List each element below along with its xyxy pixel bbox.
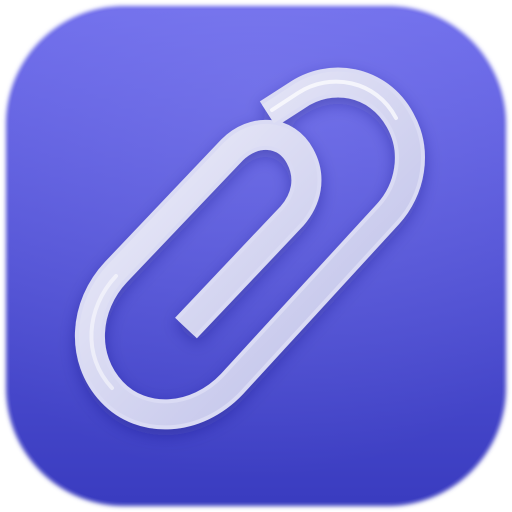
app-icon[interactable] — [0, 0, 512, 512]
app-icon-stage — [0, 0, 512, 512]
